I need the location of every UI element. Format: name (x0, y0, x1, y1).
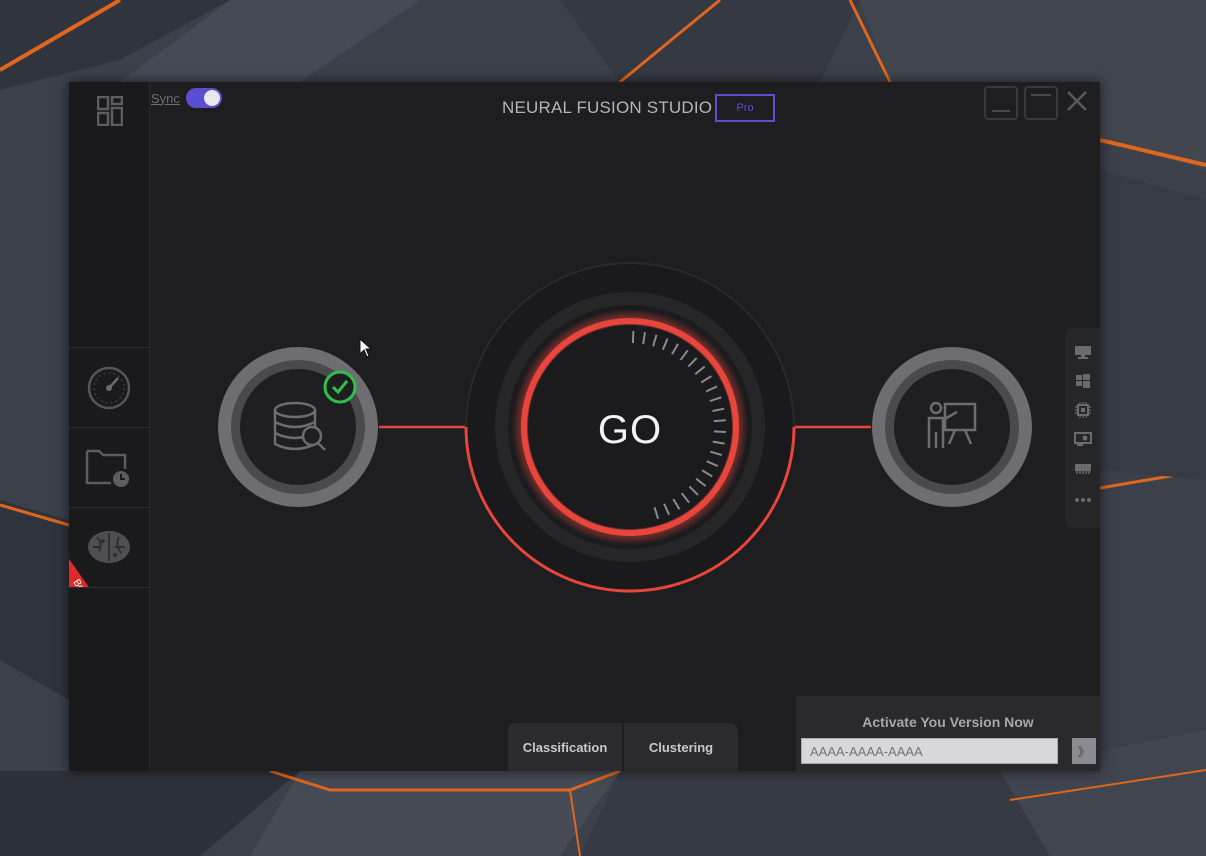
dial-tick (713, 430, 726, 434)
gpu-icon[interactable] (1073, 431, 1093, 447)
dial-tick (713, 419, 726, 423)
presentation-node[interactable] (872, 347, 1032, 507)
more-icon[interactable] (1073, 492, 1093, 508)
tab-classification[interactable]: Classification (508, 723, 622, 771)
tab-clustering[interactable]: Clustering (624, 723, 738, 771)
right-rail (1065, 328, 1100, 528)
monitor-icon[interactable] (1073, 344, 1093, 360)
activation-panel: Activate You Version Now 》 (796, 696, 1100, 771)
app-window: Beta Sync NEURAL FUSION STUDIO Pro (69, 82, 1100, 771)
mouse-cursor-icon (359, 338, 373, 358)
memory-icon[interactable] (1073, 460, 1093, 476)
go-dial[interactable] (464, 262, 796, 593)
check-badge-icon (323, 370, 357, 404)
process-graph (218, 262, 1032, 593)
activate-submit-button[interactable]: 》 (1072, 738, 1096, 764)
cpu-icon[interactable] (1073, 402, 1093, 418)
activation-title: Activate You Version Now (862, 714, 1034, 730)
data-source-node[interactable] (218, 347, 378, 507)
license-key-input[interactable] (801, 738, 1058, 764)
mode-tabs: Classification Clustering (508, 723, 738, 771)
windows-icon[interactable] (1073, 373, 1093, 389)
